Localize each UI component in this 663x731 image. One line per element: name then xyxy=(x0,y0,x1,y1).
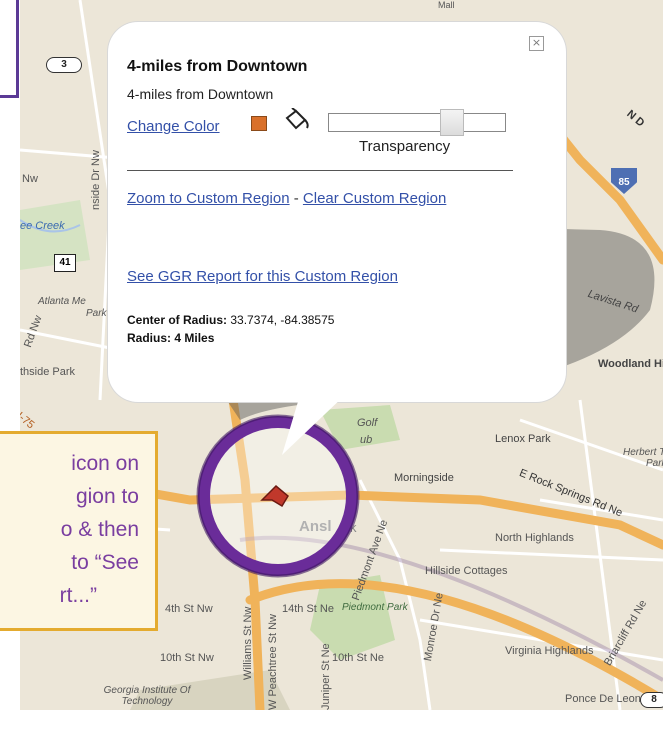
popup-zoom-row: Zoom to Custom Region - Clear Custom Reg… xyxy=(127,187,487,211)
route-shield-8: 8 xyxy=(640,692,663,708)
radius-value: 4 Miles xyxy=(174,331,215,345)
popup-tail xyxy=(282,395,345,455)
radius-info: Radius: 4 Miles xyxy=(127,331,214,345)
callout-line-1: icon on xyxy=(71,452,139,475)
map-label-hillside: Hillside Cottages xyxy=(425,565,508,577)
popup-close-button[interactable]: × xyxy=(529,36,544,51)
map-label-14th-nw: 4th St Nw xyxy=(165,603,213,615)
ggr-report-link[interactable]: See GGR Report for this Custom Region xyxy=(127,268,398,285)
map-label-park: Park xyxy=(86,308,107,319)
map-label-10th-nw: 10th St Nw xyxy=(160,652,214,664)
route-shield-3: 3 xyxy=(46,57,82,73)
color-swatch[interactable] xyxy=(251,116,267,131)
map-label-10th-ne: 10th St Ne xyxy=(332,652,384,664)
callout-line-2: gion to xyxy=(75,485,139,508)
map-label-morningside: Morningside xyxy=(394,472,454,484)
callout-line-3: o & then xyxy=(60,518,139,541)
popup-title: 4-miles from Downtown xyxy=(127,58,308,75)
transparency-label: Transparency xyxy=(359,138,451,155)
map-label-lenox-park: Lenox Park xyxy=(495,433,551,445)
map-label-creek: ee Creek xyxy=(20,220,65,232)
map-label-virginia: Virginia Highlands xyxy=(505,645,594,657)
callout-line-4: to “See xyxy=(71,551,139,574)
info-popup xyxy=(108,22,566,402)
map-label-herbert-park: Park xyxy=(646,458,663,469)
center-value: 33.7374, -84.38575 xyxy=(230,313,335,327)
tutorial-corner-box xyxy=(0,0,19,98)
popup-subtitle: 4-miles from Downtown xyxy=(127,86,274,102)
zoom-region-link[interactable]: Zoom to Custom Region xyxy=(127,190,290,207)
transparency-slider[interactable] xyxy=(328,113,506,132)
route-shield-41: 41 xyxy=(54,254,76,272)
map-label-mall: Mall xyxy=(438,0,455,10)
change-color-link[interactable]: Change Color xyxy=(127,118,220,135)
map-label-nw: Nw xyxy=(22,173,38,185)
center-of-radius: Center of Radius: 33.7374, -84.38575 xyxy=(127,313,334,327)
map-label-juniper: Juniper St Ne xyxy=(320,643,332,710)
paint-bucket-icon[interactable] xyxy=(283,108,311,132)
map-label-north-highlands: North Highlands xyxy=(495,532,574,544)
callout-line-5: rt...” xyxy=(59,584,97,607)
map-label-williams: Williams St Nw xyxy=(242,606,254,680)
instruction-callout: icon on gion to o & then to “See rt...” xyxy=(0,431,158,631)
map-label-nside-dr: nside Dr Nw xyxy=(90,150,102,210)
popup-divider xyxy=(127,170,513,171)
map-label-atlanta-me: Atlanta Me xyxy=(38,296,86,307)
map-label-14th-ne: 14th St Ne xyxy=(282,603,334,615)
center-label: Center of Radius: xyxy=(127,313,228,327)
map-label-herbert: Herbert T xyxy=(623,447,663,458)
map-label-thside-park: thside Park xyxy=(20,366,76,378)
clear-region-link[interactable]: Clear Custom Region xyxy=(303,190,446,207)
link-separator: - xyxy=(289,190,303,207)
map-label-georgia-tech: Georgia Institute Of Technology xyxy=(103,685,191,707)
map-label-w-peachtree: W Peachtree St Nw xyxy=(267,614,279,710)
radius-label: Radius: xyxy=(127,331,172,345)
map-label-piedmont-park: Piedmont Park xyxy=(342,602,408,613)
transparency-slider-thumb[interactable] xyxy=(440,109,465,136)
